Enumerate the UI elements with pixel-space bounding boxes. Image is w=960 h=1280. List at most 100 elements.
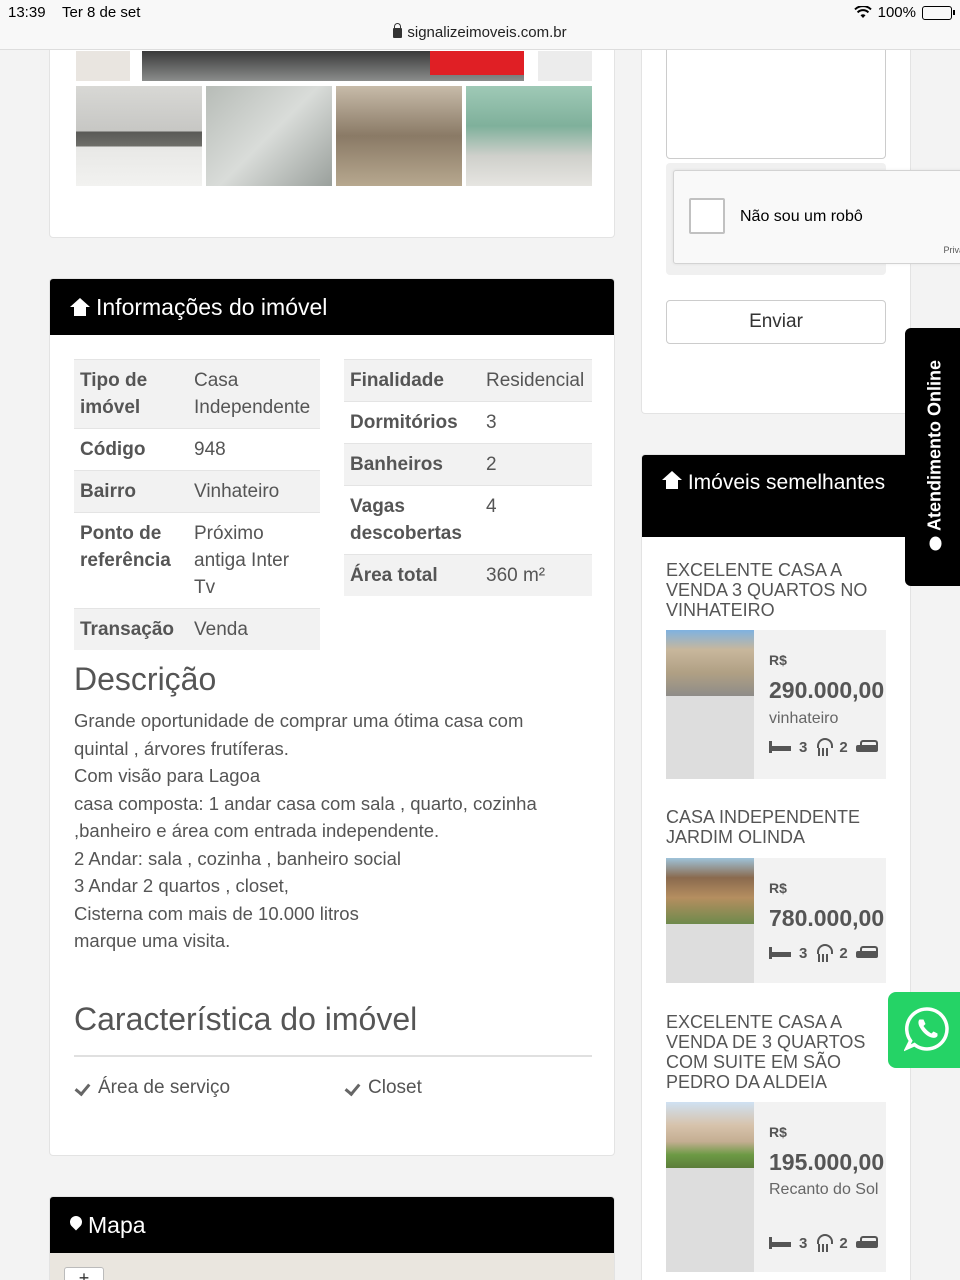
whatsapp-button[interactable] [888,992,960,1068]
detail-value: 4 [480,485,592,555]
property-info-card: Informações do imóvel Tipo de imóvel Casa… [49,278,615,1156]
baths-count: 2 [839,738,848,756]
currency-label: R$ [769,880,787,896]
beds-count: 3 [799,1234,808,1252]
description-text: Grande oportunidade de comprar uma ótima… [74,707,594,955]
similar-item-card[interactable]: R$ 290.000,00 vinhateiro 3 2 [666,630,886,779]
gallery-prev-photo[interactable] [76,51,130,81]
message-textarea[interactable] [666,41,886,159]
status-date: Ter 8 de set [62,4,141,21]
recaptcha-widget: Não sou um robô Priva [673,170,960,264]
url-text: signalizeimoveis.com.br [407,24,567,41]
recaptcha-checkbox[interactable] [689,198,725,234]
similar-item-price: 780.000,00 [769,905,885,931]
detail-value: Vinhateiro [188,470,320,513]
check-icon [346,1082,362,1094]
similar-item-photo[interactable] [666,858,754,924]
bed-icon [769,947,791,959]
online-support-text: Atendimento Online [924,360,945,531]
gallery-thumb-kitchen[interactable] [76,86,202,186]
similar-item-card[interactable]: R$ 780.000,00 3 2 [666,858,886,983]
similar-item-title[interactable]: EXCELENTE CASA A VENDA DE 3 QUARTOS COM … [666,1012,886,1092]
table-row: Banheiros 2 [344,443,592,486]
baths-count: 2 [839,944,848,962]
table-row: Código 948 [74,428,320,471]
online-support-label: Atendimento Online [925,356,946,556]
gallery-card [49,20,615,238]
description-line: 2 Andar: sala , cozinha , banheiro socia… [74,847,402,869]
description-line: 3 Andar 2 quartos , closet, [74,875,289,896]
features-divider [74,1055,592,1057]
gallery-thumb-balcony[interactable] [466,86,592,186]
similar-item-title[interactable]: CASA INDEPENDENTE JARDIM OLINDA [666,807,886,847]
detail-value: Próximo antiga Inter Tv [188,512,320,609]
feature-item: Área de serviço [76,1077,230,1099]
address-bar[interactable]: signalizeimoveis.com.br [0,23,960,41]
gallery-thumb-room[interactable] [336,86,462,186]
similar-item-card[interactable]: R$ 195.000,00 Recanto do Sol 3 2 [666,1102,886,1272]
status-right: 100% [853,4,955,21]
table-row: Vagas descobertas 4 [344,485,592,555]
home-icon [662,471,682,489]
detail-value: 948 [188,428,320,471]
map-header: Mapa [50,1197,614,1253]
map-view[interactable] [50,1253,614,1280]
detail-key: Bairro [74,470,188,513]
whatsapp-icon [904,1007,949,1052]
gallery-thumb-bathroom[interactable] [206,86,332,186]
photo-placeholder [666,1168,754,1272]
property-details-table-right: Finalidade Residencial Dormitórios 3 Banhe… [344,359,592,596]
status-time: 13:39 [8,4,46,21]
online-support-tab[interactable]: Atendimento Online [905,328,960,586]
similar-item-photo[interactable] [666,1102,754,1168]
shower-icon [815,944,834,962]
similar-header: Imóveis semelhantes [642,455,910,537]
property-info-title: Informações do imóvel [96,293,328,320]
beds-count: 3 [799,738,808,756]
lock-icon [393,23,403,38]
detail-key: Banheiros [344,443,480,486]
similar-title: Imóveis semelhantes [687,471,886,494]
table-row: Ponto de referência Próximo antiga Inter … [74,512,320,609]
car-icon [855,946,878,960]
feature-label: Área de serviço [98,1077,231,1098]
bed-icon [769,741,791,753]
detail-key: Dormitórios [344,401,480,444]
description-heading: Descrição [74,661,217,697]
detail-key: Código [74,428,188,471]
similar-item-title[interactable]: EXCELENTE CASA A VENDA 3 QUARTOS NO VINH… [666,560,886,620]
detail-value: 2 [480,443,592,486]
property-info-header: Informações do imóvel [50,279,614,335]
watermark-logo [430,51,524,75]
description-line: ,banheiro e área com entrada independent… [74,820,440,841]
features-heading: Característica do imóvel [74,1001,418,1037]
recaptcha-privacy-link[interactable]: Priva [943,245,960,255]
shower-icon [815,738,834,756]
battery-percent: 100% [877,4,916,21]
map-pin-icon [70,1216,82,1234]
table-row: Finalidade Residencial [344,359,592,402]
similar-properties-card: Imóveis semelhantes EXCELENTE CASA A VEN… [641,454,911,1280]
property-details-table-left: Tipo de imóvel Casa Independente Código 94… [74,359,320,650]
map-zoom-in-button[interactable]: + [64,1267,104,1280]
gallery-next-photo[interactable] [538,51,592,81]
similar-item-location: vinhateiro [769,710,839,727]
detail-key: Vagas descobertas [344,485,480,555]
map-card: Mapa + [49,1196,615,1280]
send-button[interactable]: Enviar [666,300,886,344]
bed-icon [769,1237,791,1249]
check-icon [76,1082,92,1094]
detail-value: Residencial [480,359,592,402]
currency-label: R$ [769,652,787,668]
status-bar: 13:39 Ter 8 de set 100% signalizeimoveis… [0,0,960,50]
similar-item-photo[interactable] [666,630,754,696]
similar-item-price: 290.000,00 [769,677,885,703]
description-line: marque uma visita. [74,930,231,951]
detail-value: 360 m² [480,554,592,596]
detail-key: Área total [344,554,480,596]
baths-count: 2 [839,1234,848,1252]
detail-value: Casa Independente [188,359,320,429]
recaptcha-label: Não sou um robô [740,208,863,225]
similar-item-location: Recanto do Sol [769,1181,879,1198]
car-icon [855,740,878,754]
